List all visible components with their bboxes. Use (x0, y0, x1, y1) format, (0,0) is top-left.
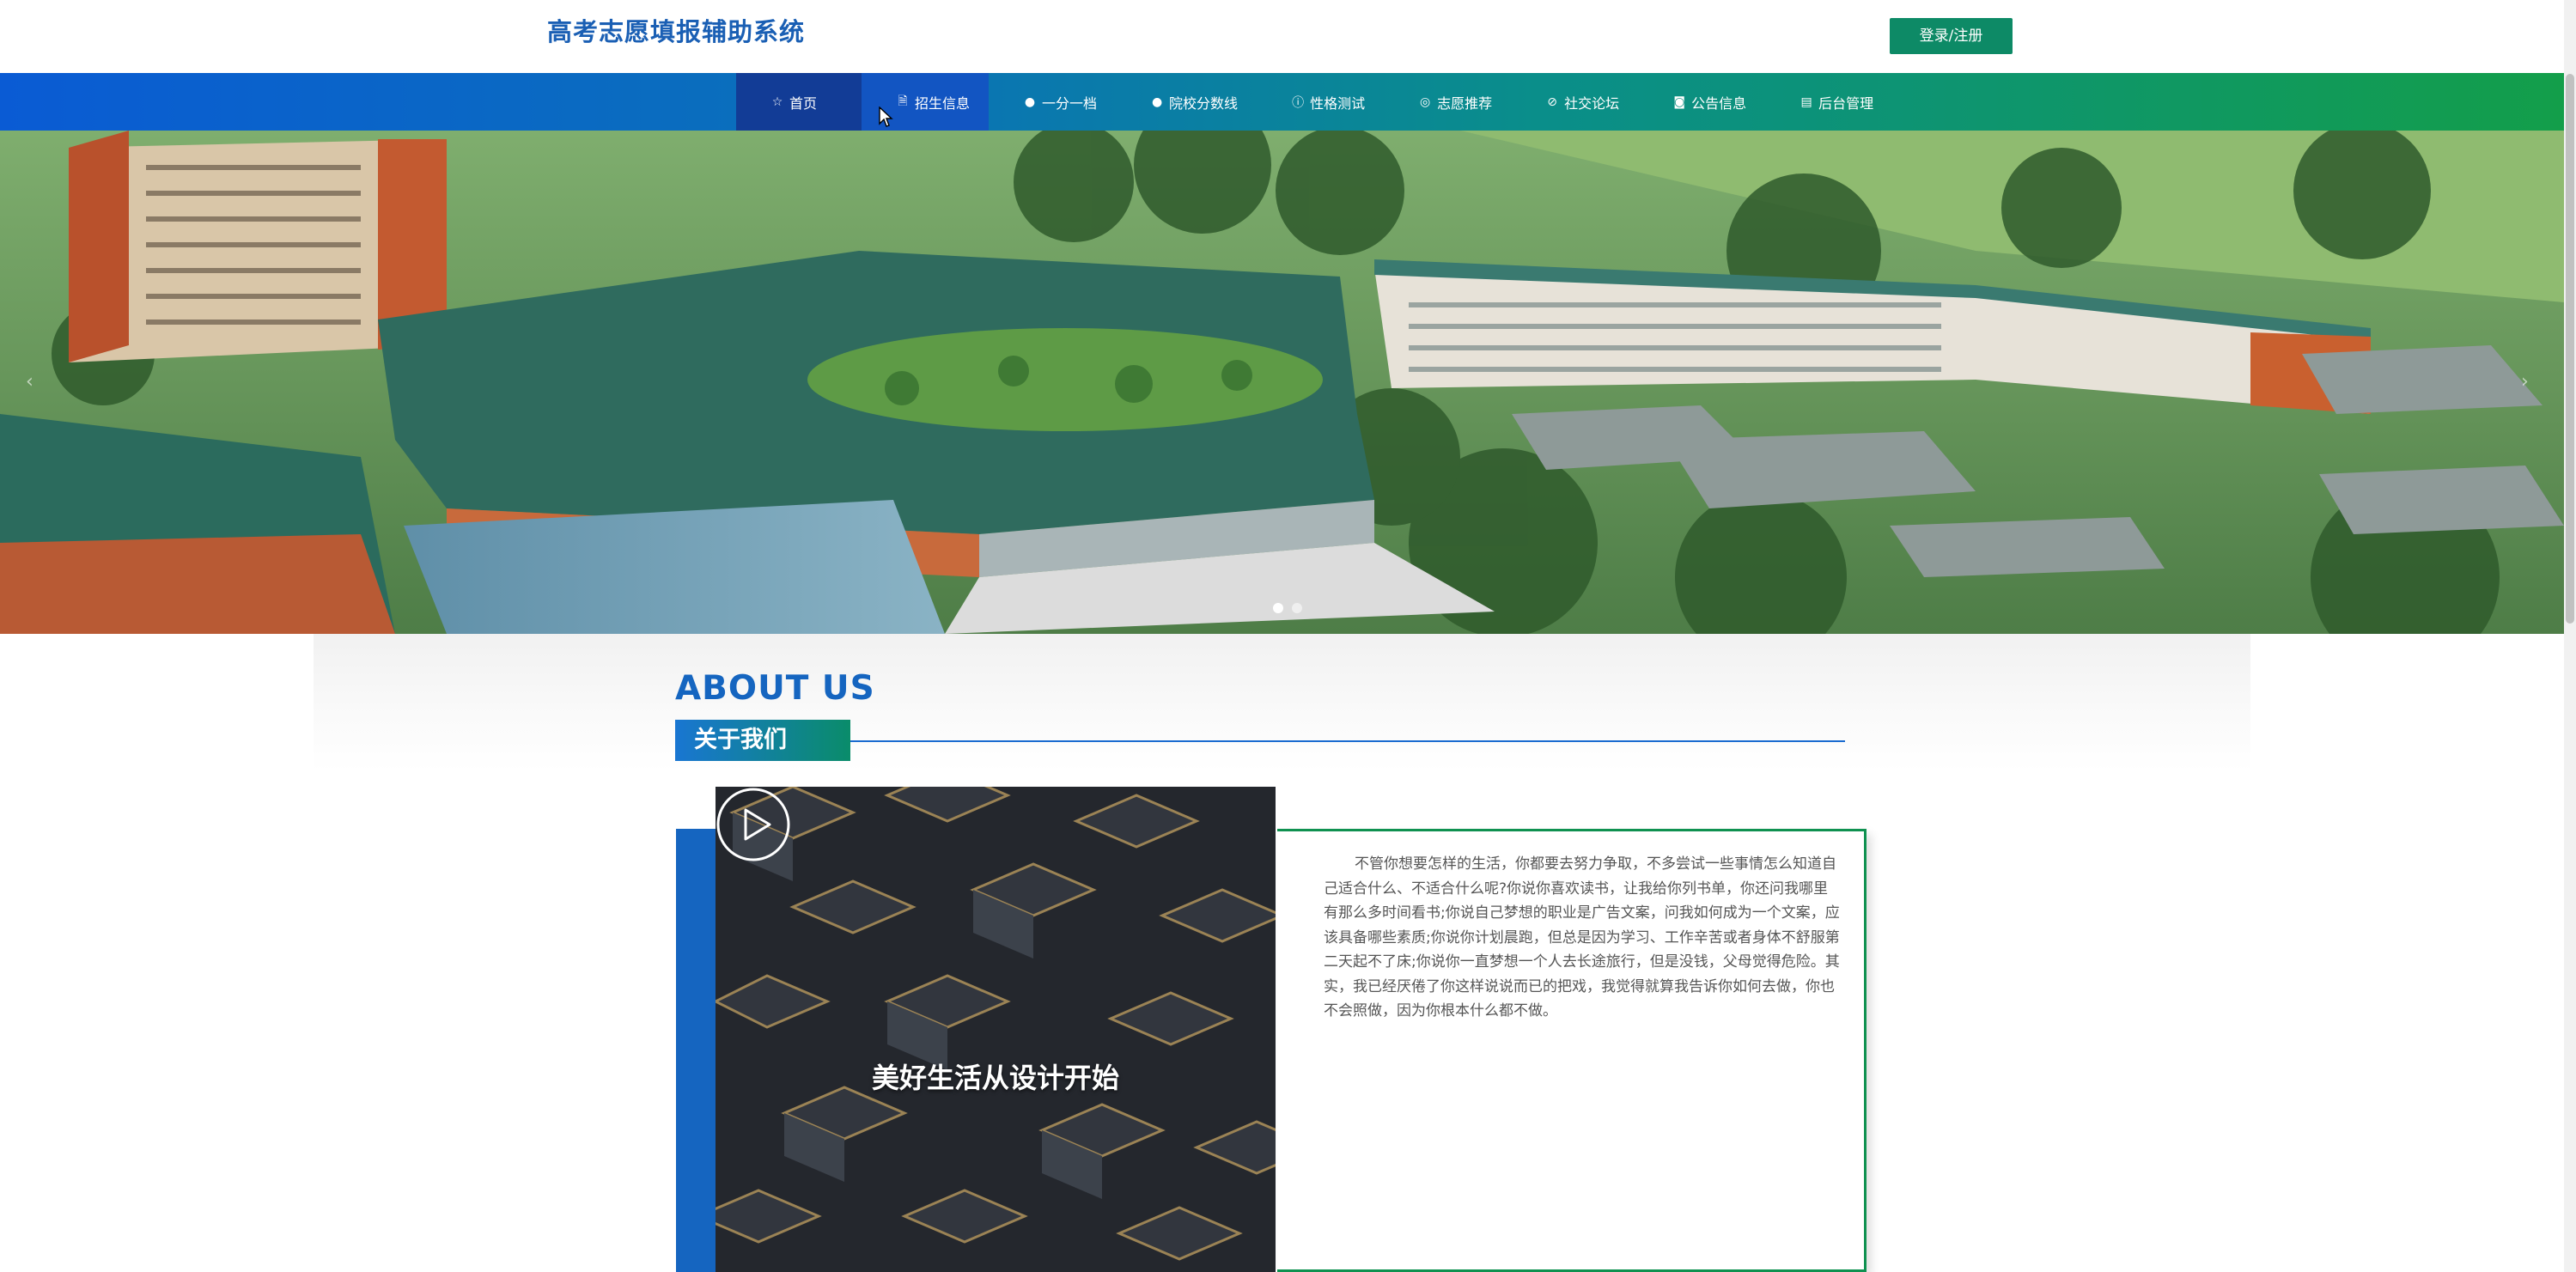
banner-carousel[interactable]: ‹ › (0, 131, 2564, 634)
about-title-cn: 关于我们 (675, 720, 850, 761)
carousel-next-icon[interactable]: › (2521, 371, 2529, 393)
nav-item-label: 公告信息 (1691, 94, 1747, 112)
nav-item-home[interactable]: ☆ 首页 (736, 73, 862, 131)
play-icon[interactable] (716, 787, 791, 862)
circle-icon: ● (1151, 94, 1163, 109)
site-title[interactable]: 高考志愿填报辅助系统 (547, 12, 805, 48)
star-icon: ☆ (771, 94, 783, 109)
about-title-en: ABOUT US (675, 669, 875, 708)
nav-item-personality-test[interactable]: ⓘ 性格测试 (1257, 73, 1384, 131)
info-icon: ⓘ (1292, 95, 1305, 110)
carousel-dots (1273, 603, 1302, 613)
nav-item-label: 志愿推荐 (1437, 94, 1493, 112)
carousel-dot-2[interactable] (1292, 603, 1302, 613)
cubes-background-image (716, 787, 1276, 1272)
nav-item-label: 社交论坛 (1564, 94, 1620, 112)
nav-item-forum[interactable]: ⊘ 社交论坛 (1511, 73, 1638, 131)
target-icon: ◎ (1419, 94, 1431, 109)
carousel-prev-icon[interactable]: ‹ (26, 371, 33, 393)
carousel-dot-1[interactable] (1273, 603, 1283, 613)
nav-item-cutoff-scores[interactable]: ● 院校分数线 (1116, 73, 1257, 131)
camera-icon: ◙ (1673, 94, 1685, 109)
nav-menu: ☆ 首页 🗎 招生信息 ● 一分一档 ● 院校分数线 ⓘ 性格测试 ◎ 志愿推荐… (736, 73, 1892, 131)
about-video[interactable]: 美好生活从设计开始 (716, 787, 1276, 1272)
nav-item-recommendation[interactable]: ◎ 志愿推荐 (1384, 73, 1511, 131)
document-icon: 🗎 (898, 94, 908, 108)
nav-item-label: 后台管理 (1818, 94, 1874, 112)
circle-icon: ● (1024, 94, 1036, 109)
main-nav: ☆ 首页 🗎 招生信息 ● 一分一档 ● 院校分数线 ⓘ 性格测试 ◎ 志愿推荐… (0, 73, 2564, 131)
campus-aerial-image (0, 131, 2564, 634)
video-caption: 美好生活从设计开始 (871, 1062, 1119, 1094)
nav-item-label: 招生信息 (915, 94, 971, 112)
scrollbar-thumb[interactable] (2566, 74, 2574, 624)
clipboard-icon: ▤ (1800, 94, 1812, 109)
about-description: 不管你想要怎样的生活，你都要去努力争取，不多尝试一些事情怎么知道自己适合什么、不… (1324, 855, 1840, 1019)
compass-icon: ⊘ (1547, 94, 1557, 109)
nav-item-announcements[interactable]: ◙ 公告信息 (1638, 73, 1765, 131)
mouse-cursor-icon (879, 107, 893, 127)
nav-item-label: 一分一档 (1042, 94, 1098, 112)
top-bar: 高考志愿填报辅助系统 登录/注册 (0, 0, 2576, 73)
nav-item-label: 首页 (789, 94, 818, 112)
nav-item-admin[interactable]: ▤ 后台管理 (1765, 73, 1892, 131)
login-register-button[interactable]: 登录/注册 (1890, 18, 2013, 54)
nav-item-score-rank[interactable]: ● 一分一档 (989, 73, 1116, 131)
about-divider (850, 740, 1845, 742)
nav-item-label: 性格测试 (1310, 94, 1366, 112)
page-scrollbar[interactable] (2564, 0, 2576, 1272)
about-accent-bar (676, 829, 717, 1272)
nav-item-label: 院校分数线 (1169, 94, 1239, 112)
about-header-band (314, 634, 2250, 771)
